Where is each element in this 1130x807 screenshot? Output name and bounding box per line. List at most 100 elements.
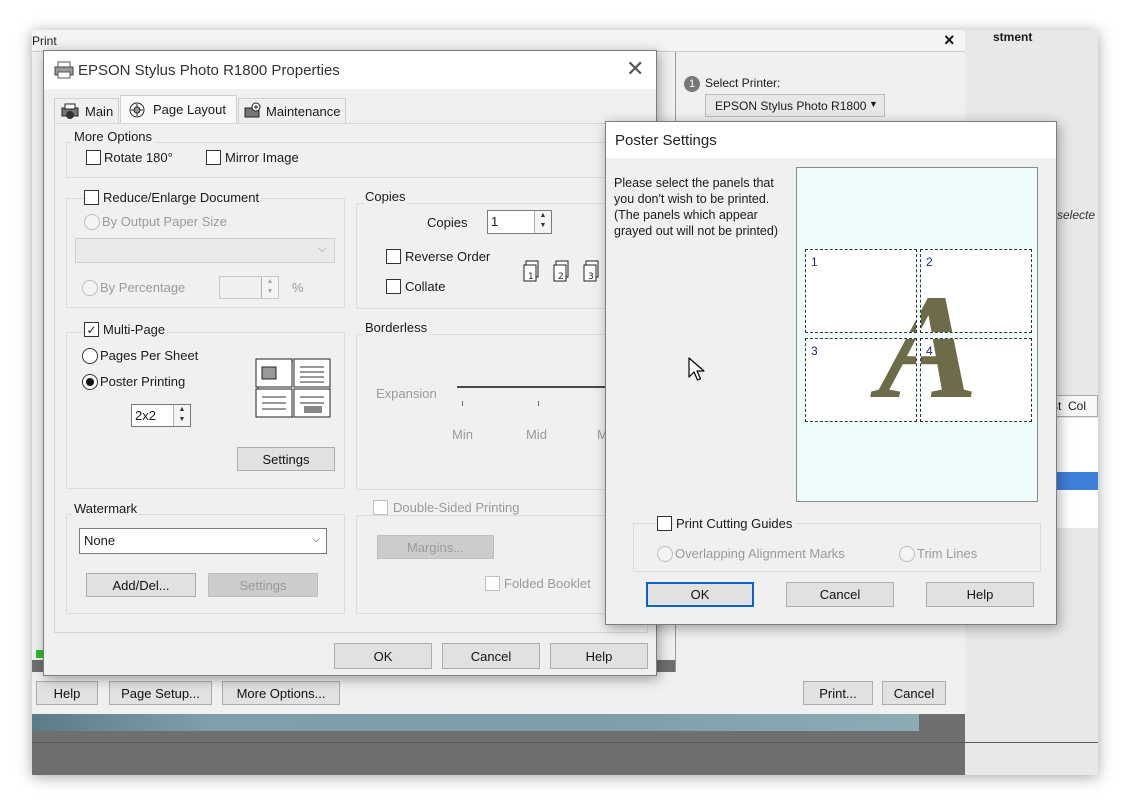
copies-group-title: Copies — [363, 189, 408, 204]
rotate-checkbox[interactable] — [86, 150, 101, 165]
poster-cancel-button[interactable]: Cancel — [786, 582, 894, 607]
preview-image-strip — [32, 714, 919, 731]
properties-cancel-button[interactable]: Cancel — [442, 643, 540, 669]
close-icon[interactable]: × — [944, 30, 955, 51]
tab-main-label: Main — [85, 104, 114, 119]
select-printer-label: Select Printer: — [705, 76, 781, 90]
slider-tick-min — [462, 401, 463, 406]
poster-letter-part: A — [921, 272, 978, 332]
margins-button[interactable]: Margins... — [377, 535, 494, 559]
properties-ok-button[interactable]: OK — [334, 643, 432, 669]
slider-min-label: Min — [452, 427, 473, 442]
tab-maintenance-label: Maintenance — [266, 104, 341, 119]
copies-spinner[interactable]: 1 ▲ ▼ — [487, 210, 552, 234]
properties-title: EPSON Stylus Photo R1800 Properties — [78, 62, 340, 79]
printer-tab-icon — [61, 103, 79, 119]
borderless-group — [356, 334, 646, 490]
by-percentage-radio[interactable] — [82, 280, 98, 296]
mirror-label: Mirror Image — [225, 150, 299, 165]
collate-pages-icon: 1 2 3 — [523, 260, 599, 282]
poster-help-button[interactable]: Help — [926, 582, 1034, 607]
folded-booklet-checkbox[interactable] — [485, 576, 500, 591]
spinner-arrows[interactable]: ▲ ▼ — [534, 211, 551, 233]
reverse-order-checkbox[interactable] — [386, 249, 401, 264]
panel-number: 1 — [811, 255, 818, 269]
print-dialog-title: Print — [32, 34, 57, 48]
output-size-select[interactable]: ⌵ — [75, 238, 335, 263]
properties-titlebar: EPSON Stylus Photo R1800 Properties ✕ — [44, 51, 656, 89]
watermark-settings-button[interactable]: Settings — [208, 573, 318, 597]
multipage-label: Multi-Page — [101, 322, 168, 337]
slider-tick-mid — [538, 401, 539, 406]
poster-panel-1[interactable]: 1 A — [805, 249, 917, 333]
selected-text-cropped: selecte — [1057, 208, 1096, 222]
poster-preview-area — [796, 167, 1038, 502]
poster-panel-2[interactable]: 2 A — [920, 249, 1032, 333]
spinner-arrows[interactable]: ▲ ▼ — [173, 405, 190, 426]
rotate-label: Rotate 180° — [104, 150, 173, 165]
poster-printing-radio[interactable] — [82, 374, 98, 390]
printer-select[interactable]: EPSON Stylus Photo R1800 ▼ — [705, 94, 885, 117]
more-options-button[interactable]: More Options... — [222, 681, 340, 705]
help-button[interactable]: Help — [36, 681, 98, 705]
page-setup-button[interactable]: Page Setup... — [109, 681, 212, 705]
cancel-button[interactable]: Cancel — [882, 681, 946, 705]
close-icon[interactable]: ✕ — [626, 56, 644, 82]
double-sided-label: Double-Sided Printing — [391, 500, 522, 515]
overlapping-marks-radio[interactable] — [657, 546, 673, 562]
panel-number: 3 — [811, 344, 818, 358]
bottom-separator — [32, 742, 1098, 743]
column-header-2: Col — [1068, 399, 1087, 413]
double-sided-checkbox[interactable] — [373, 500, 388, 515]
more-options-title: More Options — [72, 129, 155, 144]
print-button[interactable]: Print... — [803, 681, 873, 705]
spinner-arrows[interactable]: ▲ ▼ — [261, 277, 278, 298]
tab-page-layout-label: Page Layout — [153, 102, 227, 117]
properties-help-button[interactable]: Help — [550, 643, 648, 669]
chevron-down-icon: ▼ — [869, 99, 878, 109]
poster-panel-3[interactable]: 3 A — [805, 338, 917, 422]
page-layout-icon — [129, 102, 145, 118]
reduce-checkbox[interactable] — [84, 190, 99, 205]
slider-mid-label: Mid — [526, 427, 547, 442]
multipage-preview-icon — [255, 358, 331, 418]
tab-page-layout[interactable]: Page Layout — [120, 95, 237, 124]
multipage-checkbox[interactable]: ✓ — [84, 322, 99, 337]
add-del-button[interactable]: Add/Del... — [86, 573, 196, 597]
copies-value: 1 — [491, 214, 499, 229]
poster-size-spinner[interactable]: 2x2 ▲ ▼ — [131, 404, 191, 427]
printer-select-value: EPSON Stylus Photo R1800 — [715, 99, 867, 113]
trim-lines-label: Trim Lines — [917, 546, 978, 561]
selected-row[interactable] — [1055, 472, 1098, 490]
tab-main[interactable]: Main — [54, 98, 119, 123]
by-output-radio[interactable] — [84, 214, 100, 230]
column-header-strip: st Col — [1052, 395, 1098, 417]
properties-dialog: EPSON Stylus Photo R1800 Properties ✕ Ma… — [43, 50, 657, 676]
svg-text:3: 3 — [588, 272, 594, 282]
poster-panel-4[interactable]: 4 A — [920, 338, 1032, 422]
poster-ok-button[interactable]: OK — [646, 582, 754, 607]
watermark-value: None — [84, 533, 116, 548]
pages-per-sheet-radio[interactable] — [82, 348, 98, 364]
print-dialog-titlebar: Print × — [32, 30, 965, 52]
mirror-checkbox[interactable] — [206, 150, 221, 165]
chevron-down-icon: ⌵ — [318, 243, 327, 255]
by-output-label: By Output Paper Size — [102, 214, 228, 229]
watermark-select[interactable]: None ⌵ — [79, 528, 327, 554]
percentage-spinner[interactable]: ▲ ▼ — [219, 276, 279, 299]
double-sided-group — [356, 515, 646, 614]
multipage-settings-button[interactable]: Settings — [237, 447, 335, 471]
adjustment-label: stment — [993, 30, 1033, 44]
tab-maintenance[interactable]: Maintenance — [238, 98, 346, 123]
reduce-label: Reduce/Enlarge Document — [101, 190, 262, 205]
cutting-guides-checkbox[interactable] — [657, 516, 672, 531]
cutting-guides-label: Print Cutting Guides — [674, 516, 795, 531]
svg-text:2: 2 — [558, 272, 564, 282]
svg-text:1: 1 — [528, 272, 534, 282]
borderless-title: Borderless — [363, 320, 430, 335]
poster-letter-part: A — [878, 272, 916, 332]
poster-letter-part: A — [878, 339, 916, 421]
collate-checkbox[interactable] — [386, 279, 401, 294]
by-percentage-label: By Percentage — [100, 280, 186, 295]
trim-lines-radio[interactable] — [899, 546, 915, 562]
